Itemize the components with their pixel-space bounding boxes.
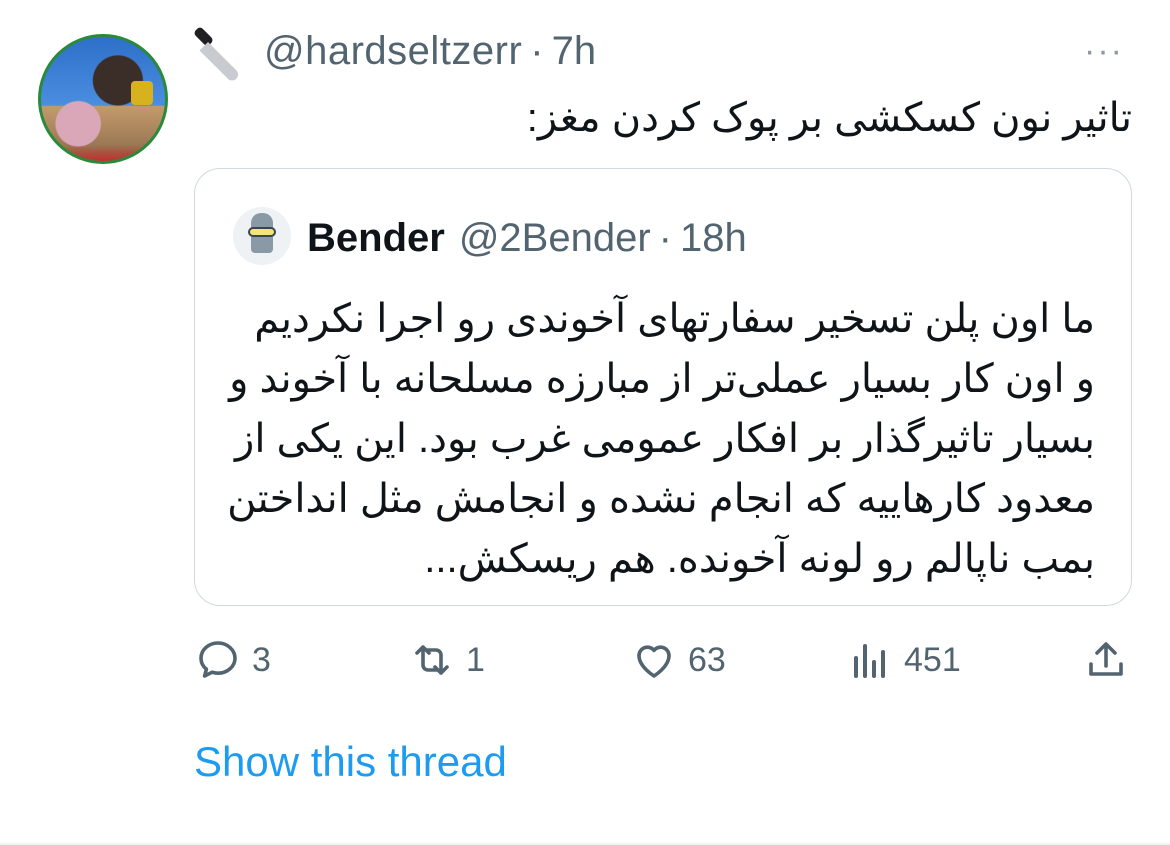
user-avatar[interactable] [38,34,168,164]
quoted-header: Bender @2Bender · 18h [307,207,747,269]
tweet-time[interactable]: 7h [552,29,597,74]
retweet-icon [415,645,449,675]
quoted-name[interactable]: Bender [307,216,445,261]
knife-emoji-icon [192,24,250,84]
quoted-time: 18h [679,215,747,260]
user-handle[interactable]: @hardseltzerr [264,29,522,74]
separator-dot: · [530,28,544,73]
views-count: 451 [904,640,961,679]
views-chart-icon [854,644,885,678]
share-icon [1089,642,1123,676]
action-bar: 3 1 63 451 [194,628,1134,692]
show-thread-link[interactable]: Show this thread [194,738,507,786]
tweet-text: تاثیر نون کسکشی بر پوک کردن مغز: [526,96,1132,140]
quoted-text: ما اون پلن تسخیر سفارتهای آخوندی رو اجرا… [227,297,1095,581]
reply-button[interactable]: 3 [194,628,271,692]
quoted-tweet[interactable]: Bender @2Bender · 18h ما اون پلن تسخیر س… [194,168,1132,606]
reply-icon [199,641,237,678]
quoted-separator: · [658,215,672,260]
like-button[interactable]: 63 [630,628,726,692]
like-count: 63 [688,640,726,679]
heart-icon [637,645,671,678]
tweet-header: @hardseltzerr · 7h [192,22,597,84]
retweet-button[interactable]: 1 [408,628,485,692]
retweet-count: 1 [466,640,485,679]
emblem-icon [131,81,153,105]
views-button[interactable]: 451 [846,628,961,692]
more-options-icon[interactable]: ··· [1084,32,1124,71]
reply-count: 3 [252,640,271,679]
share-button[interactable] [1082,628,1140,692]
quoted-handle: @2Bender [458,215,651,260]
quoted-avatar[interactable] [233,207,291,265]
